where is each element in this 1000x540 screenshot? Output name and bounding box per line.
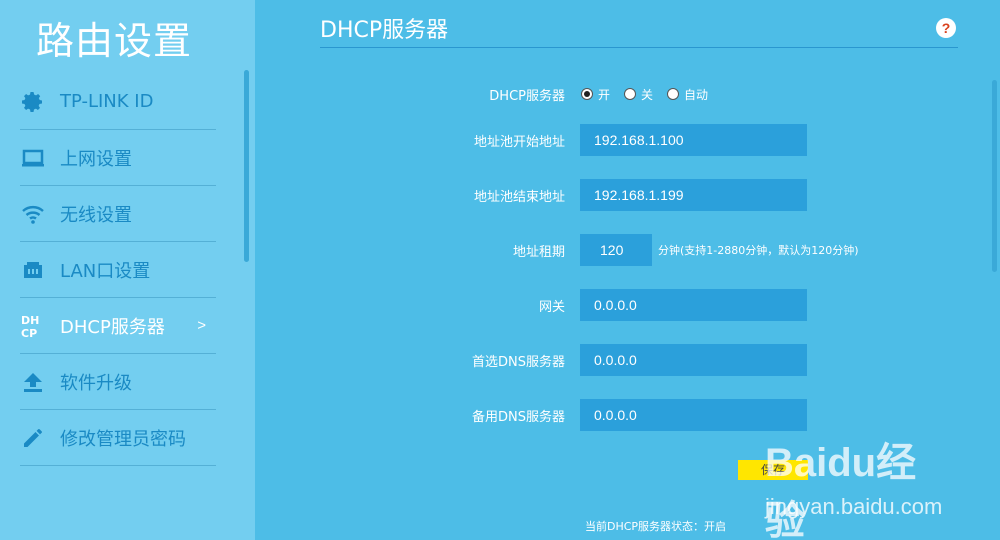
gateway-field[interactable]	[580, 289, 807, 321]
dns-secondary-label: 备用DNS服务器	[472, 409, 565, 425]
radio-label: 自动	[684, 87, 709, 102]
radio-label: 关	[641, 87, 654, 102]
svg-text:DH: DH	[21, 314, 39, 327]
sidebar-item-label: TP-LINK ID	[60, 91, 154, 112]
wifi-icon	[20, 201, 46, 227]
sidebar-item-admin-password[interactable]: 修改管理员密码	[20, 410, 216, 466]
radio-label: 开	[598, 87, 611, 102]
lease-label: 地址租期	[512, 244, 565, 260]
dns-primary-label: 首选DNS服务器	[472, 354, 565, 370]
sidebar-item-lan[interactable]: LAN口设置	[20, 242, 216, 298]
watermark-logo: Baidu经验	[765, 441, 917, 540]
sidebar-scrollbar[interactable]	[244, 70, 249, 262]
dhcp-icon: DH CP	[20, 313, 46, 339]
radio-unchecked-icon	[624, 88, 637, 100]
dhcp-radio-group: 开 关 自动	[581, 86, 722, 103]
sidebar-item-wireless[interactable]: 无线设置	[20, 186, 216, 242]
svg-text:CP: CP	[21, 327, 37, 339]
gear-icon	[20, 89, 46, 115]
watermark-url: jingyan.baidu.com	[765, 494, 943, 519]
help-icon[interactable]: ?	[936, 18, 956, 38]
sidebar-item-label: 修改管理员密码	[60, 428, 186, 450]
pool-end-label: 地址池结束地址	[473, 189, 565, 205]
gateway-row: 网关	[255, 289, 1000, 321]
pool-end-field[interactable]	[580, 179, 807, 211]
dns-primary-field[interactable]	[580, 344, 807, 376]
dns-secondary-field[interactable]	[580, 399, 807, 431]
dhcp-toggle-label: DHCP服务器	[489, 88, 565, 104]
pool-start-row: 地址池开始地址	[255, 124, 1000, 156]
radio-checked-icon	[581, 88, 593, 100]
sidebar-nav: TP-LINK ID 上网设置 无线设置 LAN口设置 DH CP DHCP服务器	[20, 74, 216, 466]
laptop-icon	[20, 145, 46, 171]
pool-end-row: 地址池结束地址	[255, 179, 1000, 211]
chevron-right-icon: >	[197, 317, 206, 334]
page-title: DHCP服务器	[320, 18, 449, 43]
dhcp-radio-on[interactable]: 开	[581, 86, 610, 103]
sidebar-item-label: 无线设置	[60, 204, 132, 226]
pool-start-label: 地址池开始地址	[473, 134, 565, 150]
lease-hint: 分钟(支持1-2880分钟，默认为120分钟)	[658, 244, 859, 257]
pencil-icon	[20, 425, 46, 451]
gateway-label: 网关	[538, 299, 565, 315]
sidebar: 路由设置 TP-LINK ID 上网设置 无线设置 LAN口设置 DH CP D…	[0, 0, 255, 540]
dhcp-radio-auto[interactable]: 自动	[667, 86, 708, 103]
sidebar-item-label: 上网设置	[60, 148, 132, 170]
sidebar-item-tplink-id[interactable]: TP-LINK ID	[20, 74, 216, 130]
upload-icon	[20, 369, 46, 395]
sidebar-item-upgrade[interactable]: 软件升级	[20, 354, 216, 410]
lease-row: 地址租期 分钟(支持1-2880分钟，默认为120分钟)	[255, 234, 1000, 266]
app-title: 路由设置	[36, 19, 193, 63]
radio-unchecked-icon	[667, 88, 680, 100]
title-divider	[320, 47, 958, 48]
lan-port-icon	[20, 257, 46, 283]
baidu-watermark: Baidu经验 jingyan.baidu.com	[765, 430, 955, 540]
sidebar-item-label: LAN口设置	[60, 260, 151, 282]
sidebar-item-label: DHCP服务器	[60, 316, 165, 338]
sidebar-item-dhcp[interactable]: DH CP DHCP服务器 >	[20, 298, 216, 354]
dhcp-toggle-row: DHCP服务器 开 关 自动	[255, 78, 1000, 110]
dhcp-status-text: 当前DHCP服务器状态：开启	[585, 520, 727, 533]
lease-field[interactable]	[580, 234, 652, 266]
pool-start-field[interactable]	[580, 124, 807, 156]
sidebar-item-label: 软件升级	[60, 372, 132, 394]
dns-secondary-row: 备用DNS服务器	[255, 399, 1000, 431]
dns-primary-row: 首选DNS服务器	[255, 344, 1000, 376]
dhcp-radio-off[interactable]: 关	[624, 86, 653, 103]
sidebar-item-internet[interactable]: 上网设置	[20, 130, 216, 186]
